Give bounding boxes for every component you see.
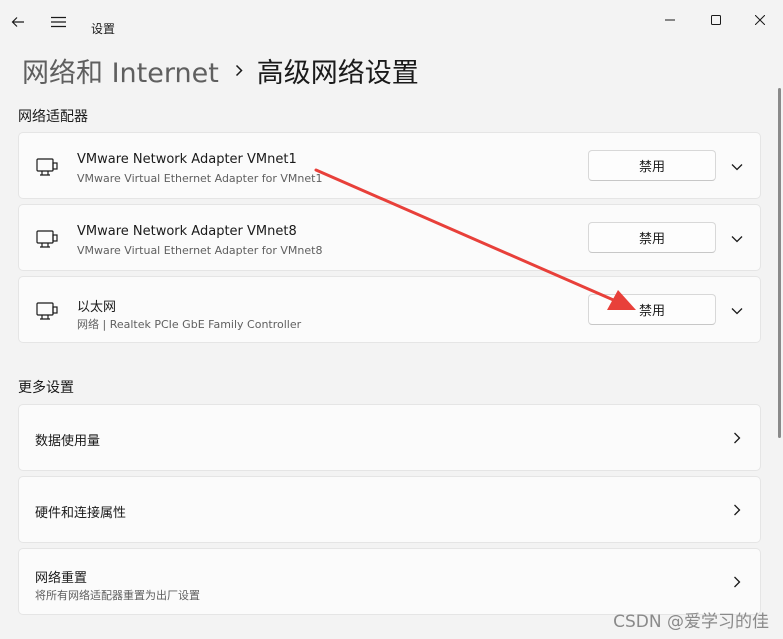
network-adapter-icon [36,229,58,253]
disable-button[interactable]: 禁用 [588,222,716,253]
navigation-menu-button[interactable] [44,10,72,34]
title-bar: 设置 [0,0,783,40]
chevron-down-icon[interactable] [729,303,745,319]
vertical-scrollbar[interactable] [778,88,781,438]
adapter-card-vmnet1[interactable]: VMware Network Adapter VMnet1 VMware Vir… [18,132,761,199]
chevron-down-icon[interactable] [729,159,745,175]
adapter-name: VMware Network Adapter VMnet1 [77,152,297,167]
watermark: CSDN @爱学习的佳 [613,612,769,632]
adapter-card-vmnet8[interactable]: VMware Network Adapter VMnet8 VMware Vir… [18,204,761,271]
adapter-description: VMware Virtual Ethernet Adapter for VMne… [77,244,323,257]
chevron-down-icon[interactable] [729,231,745,247]
link-label: 网络重置 [35,571,88,586]
adapter-name: VMware Network Adapter VMnet8 [77,224,297,239]
section-title-network-adapters: 网络适配器 [18,109,88,125]
breadcrumb-parent-link[interactable]: 网络和 Internet [22,51,219,90]
app-title: 设置 [91,22,116,36]
network-adapter-icon [36,301,58,325]
hamburger-menu-icon [50,16,66,28]
network-reset-link[interactable]: 网络重置 将所有网络适配器重置为出厂设置 [18,548,761,615]
adapter-description: VMware Virtual Ethernet Adapter for VMne… [77,172,323,185]
chevron-right-icon [729,574,745,590]
back-arrow-icon [11,17,24,27]
disable-button[interactable]: 禁用 [588,294,716,325]
back-button[interactable] [4,10,32,34]
chevron-right-icon [235,64,243,77]
maximize-button[interactable] [693,6,739,34]
minimize-icon [665,19,675,21]
close-icon [755,15,765,25]
close-button[interactable] [737,6,783,34]
maximize-icon [711,15,721,25]
adapter-card-ethernet[interactable]: 以太网 网络 | Realtek PCIe GbE Family Control… [18,276,761,343]
hardware-connection-properties-link[interactable]: 硬件和连接属性 [18,476,761,543]
chevron-right-icon [729,502,745,518]
page-title: 高级网络设置 [256,57,419,89]
link-label: 数据使用量 [35,434,101,449]
network-adapter-icon [36,157,58,181]
minimize-button[interactable] [647,6,693,34]
data-usage-link[interactable]: 数据使用量 [18,404,761,471]
adapter-description: 网络 | Realtek PCIe GbE Family Controller [77,318,302,331]
disable-button[interactable]: 禁用 [588,150,716,181]
adapter-name: 以太网 [77,300,117,315]
link-sublabel: 将所有网络适配器重置为出厂设置 [35,589,200,602]
link-label: 硬件和连接属性 [35,506,127,521]
section-title-more-settings: 更多设置 [18,380,74,396]
chevron-right-icon [729,430,745,446]
breadcrumb: 网络和 Internet 高级网络设置 [22,50,419,90]
